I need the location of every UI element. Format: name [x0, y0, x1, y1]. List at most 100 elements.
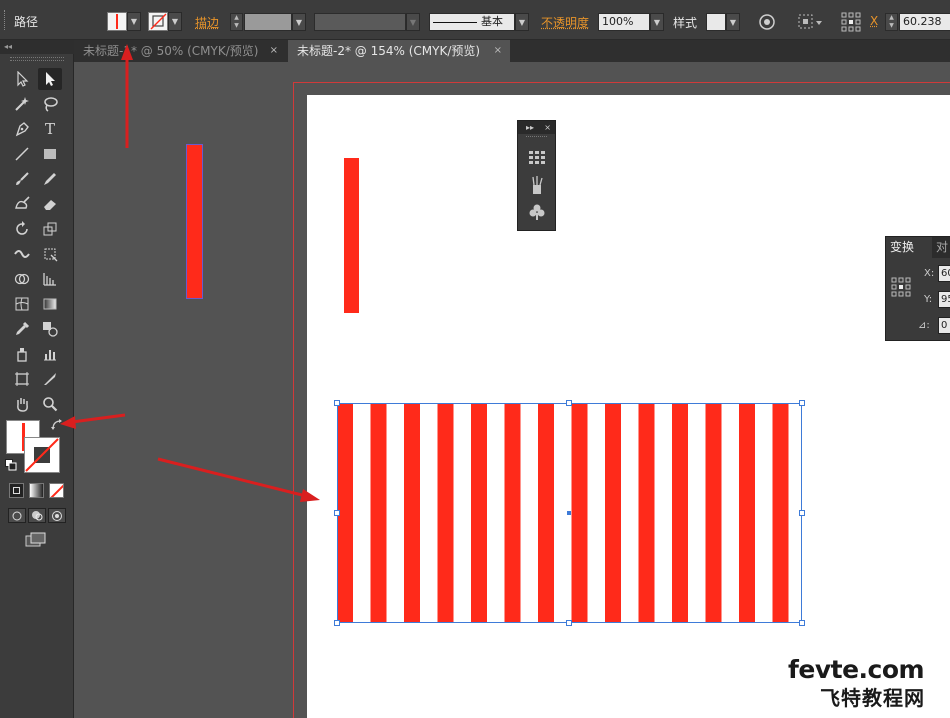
style-label: 样式	[673, 16, 698, 30]
zoom-tool-icon[interactable]	[38, 393, 62, 415]
draw-normal-icon[interactable]	[8, 508, 26, 523]
opacity-label[interactable]: 不透明度	[541, 14, 589, 31]
tab-document-1[interactable]: 未标题-1* @ 50% (CMYK/预览) ×	[74, 40, 286, 62]
mini-panel-header[interactable]: ▸▸ ×	[518, 121, 555, 134]
slice-tool-icon[interactable]	[38, 368, 62, 390]
toolbox: ◂◂ T	[0, 40, 74, 718]
line-segment-tool-icon[interactable]	[10, 143, 34, 165]
reference-point-icon[interactable]	[891, 277, 911, 297]
toolbox-collapse-button[interactable]: ◂◂	[0, 40, 74, 54]
striped-pattern-group[interactable]	[334, 400, 805, 626]
hand-tool-icon[interactable]	[10, 393, 34, 415]
x-label[interactable]: X	[870, 14, 878, 28]
brush-definition-field[interactable]: 基本	[429, 13, 515, 31]
default-fill-stroke-icon[interactable]	[5, 459, 17, 471]
fill-dropdown-arrow[interactable]: ▼	[127, 12, 141, 31]
selection-handle-bottom-left[interactable]	[334, 620, 340, 626]
variable-width-field[interactable]	[314, 13, 406, 31]
close-icon[interactable]: ×	[270, 40, 278, 62]
tab-align[interactable]: 对	[936, 237, 948, 258]
transform-angle-field[interactable]: 0	[938, 317, 950, 334]
blob-brush-tool-icon[interactable]	[10, 193, 34, 215]
watermark-name: 飞特教程网	[820, 686, 925, 710]
selection-handle-middle-left[interactable]	[334, 510, 340, 516]
free-transform-tool-icon[interactable]	[38, 243, 62, 265]
width-tool-icon[interactable]	[10, 243, 34, 265]
rotate-tool-icon[interactable]	[10, 218, 34, 240]
red-bar-pasteboard[interactable]	[186, 144, 203, 299]
red-bar-artboard[interactable]	[344, 158, 359, 313]
pen-tool-icon[interactable]	[10, 118, 34, 140]
isolate-object-icon[interactable]	[796, 11, 824, 33]
column-graph-tool-icon[interactable]	[38, 343, 62, 365]
stroke-color-swatch[interactable]	[24, 437, 60, 473]
draw-inside-icon[interactable]	[48, 508, 66, 523]
tab-document-2-label: 未标题-2* @ 154% (CMYK/预览)	[297, 44, 481, 58]
tab-document-2[interactable]: 未标题-2* @ 154% (CMYK/预览) ×	[288, 40, 510, 62]
artboard-tool-icon[interactable]	[10, 368, 34, 390]
reference-point-icon[interactable]	[840, 11, 862, 33]
transform-y-field[interactable]: 95	[938, 291, 950, 308]
mini-panel-grip[interactable]	[526, 136, 547, 141]
brush-style-label: 基本	[481, 15, 503, 28]
draw-behind-icon[interactable]	[28, 508, 46, 523]
swap-fill-stroke-icon[interactable]	[50, 418, 64, 432]
swatches-panel-icon[interactable]	[518, 143, 555, 171]
perspective-grid-tool-icon[interactable]	[38, 268, 62, 290]
graphic-style-swatch[interactable]	[706, 13, 726, 31]
opacity-dropdown[interactable]: ▼	[650, 13, 664, 31]
opacity-field[interactable]: 100%	[598, 13, 650, 31]
type-tool-icon[interactable]: T	[38, 118, 62, 140]
document-canvas[interactable]	[74, 62, 950, 718]
color-mode-icon[interactable]	[9, 483, 24, 498]
selection-handle-bottom-center[interactable]	[566, 620, 572, 626]
mesh-tool-icon[interactable]	[10, 293, 34, 315]
eyedropper-tool-icon[interactable]	[10, 318, 34, 340]
pencil-tool-icon[interactable]	[38, 168, 62, 190]
stroke-weight-field[interactable]	[244, 13, 292, 31]
eraser-tool-icon[interactable]	[38, 193, 62, 215]
selection-tool-icon[interactable]	[10, 68, 34, 90]
graphic-style-dropdown[interactable]: ▼	[726, 13, 740, 31]
none-mode-icon[interactable]	[49, 483, 64, 498]
stroke-label[interactable]: 描边	[195, 14, 219, 31]
rectangle-tool-icon[interactable]	[38, 143, 62, 165]
stroke-swatch-button[interactable]	[148, 12, 168, 31]
close-icon[interactable]: ×	[544, 121, 551, 134]
lasso-icon[interactable]	[38, 93, 62, 115]
selection-handle-bottom-right[interactable]	[799, 620, 805, 626]
screen-mode-icon[interactable]	[24, 531, 48, 549]
control-bar-grip[interactable]	[4, 10, 7, 30]
direct-selection-tool-icon[interactable]	[38, 68, 62, 90]
gradient-tool-icon[interactable]	[38, 293, 62, 315]
tab-transform[interactable]: 变换	[886, 237, 932, 258]
tab-align-label: 对	[936, 240, 949, 254]
selection-handle-top-right[interactable]	[799, 400, 805, 406]
brush-definition-dropdown[interactable]: ▼	[515, 13, 529, 31]
symbols-panel-icon[interactable]	[518, 199, 555, 227]
brushes-panel-icon[interactable]	[518, 171, 555, 199]
close-icon[interactable]: ×	[494, 40, 502, 62]
scale-tool-icon[interactable]	[38, 218, 62, 240]
fill-swatch-button[interactable]	[107, 12, 127, 31]
recolor-artwork-icon[interactable]	[757, 12, 777, 32]
x-stepper[interactable]: ▲ ▼	[885, 13, 898, 31]
paintbrush-tool-icon[interactable]	[10, 168, 34, 190]
transform-angle-label: ⊿:	[918, 320, 930, 331]
transform-x-field[interactable]: 60	[938, 265, 950, 282]
stroke-weight-dropdown[interactable]: ▼	[292, 13, 306, 31]
gradient-mode-icon[interactable]	[29, 483, 44, 498]
magic-wand-icon[interactable]	[10, 93, 34, 115]
stroke-weight-stepper[interactable]: ▲ ▼	[230, 13, 243, 31]
variable-width-dropdown[interactable]: ▼	[406, 13, 420, 31]
selection-handle-top-left[interactable]	[334, 400, 340, 406]
symbol-sprayer-tool-icon[interactable]	[10, 343, 34, 365]
x-field[interactable]: 60.238	[899, 13, 950, 31]
blend-tool-icon[interactable]	[38, 318, 62, 340]
selection-handle-top-center[interactable]	[566, 400, 572, 406]
shape-builder-tool-icon[interactable]	[10, 268, 34, 290]
stroke-dropdown-arrow[interactable]: ▼	[168, 12, 182, 31]
selection-handle-middle-right[interactable]	[799, 510, 805, 516]
toolbox-grip[interactable]	[10, 57, 64, 61]
mini-panel-collapse-button[interactable]: ▸▸	[526, 123, 534, 132]
